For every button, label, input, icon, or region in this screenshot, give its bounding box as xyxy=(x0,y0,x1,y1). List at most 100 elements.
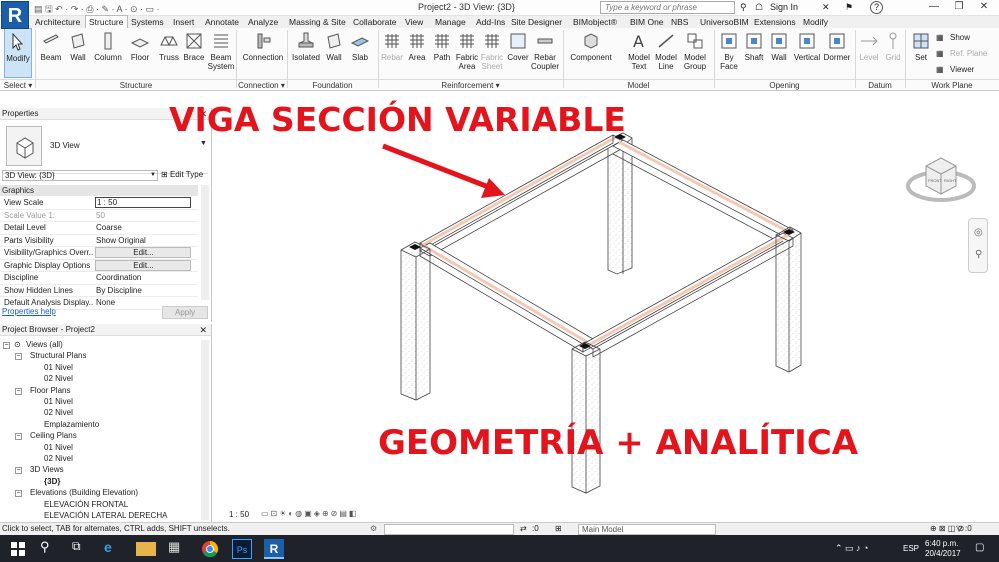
tool-column-button[interactable]: Column xyxy=(94,28,122,78)
navigation-bar[interactable]: ◎ ⚲ xyxy=(968,218,988,273)
calculator-icon[interactable]: ▦ xyxy=(168,539,188,559)
app-menu-logo[interactable]: R xyxy=(1,1,29,29)
category-graphics[interactable]: Graphics xyxy=(0,185,198,196)
tab-bim-one[interactable]: BIM One xyxy=(627,16,667,28)
ribbon-group-opening[interactable]: Opening xyxy=(714,79,855,91)
tool-vertical-button[interactable]: Vertical xyxy=(792,28,822,78)
property-row[interactable]: Visibility/Graphics Overr... Edit... xyxy=(0,247,198,260)
property-value[interactable]: 50 xyxy=(95,210,191,222)
ribbon-group-select[interactable]: Select ▾ xyxy=(0,79,36,91)
ribbon-group-connection[interactable]: Connection ▾ xyxy=(236,79,287,91)
tab-nbs[interactable]: NBS xyxy=(668,16,691,28)
tab-systems[interactable]: Systems xyxy=(128,16,167,28)
property-row[interactable]: Scale Value 1: 50 xyxy=(0,210,198,222)
tab-architecture[interactable]: Architecture xyxy=(32,16,83,28)
property-value[interactable]: Coarse xyxy=(95,222,191,234)
revit-taskbar-icon[interactable]: R xyxy=(264,539,284,559)
property-row[interactable]: Parts Visibility Show Original xyxy=(0,235,198,247)
tab-analyze[interactable]: Analyze xyxy=(245,16,281,28)
minimize-icon[interactable]: — xyxy=(922,1,946,14)
property-value[interactable]: By Discipline xyxy=(95,285,191,297)
viewcube-right[interactable]: RIGHT xyxy=(944,178,956,183)
browser-node[interactable]: 02 Nivel xyxy=(44,408,73,417)
language-indicator[interactable]: ESP xyxy=(903,544,919,553)
browser-scrollbar[interactable] xyxy=(201,340,209,520)
tool-floor-button[interactable]: Floor xyxy=(127,28,153,78)
viewcube-front[interactable]: FRONT xyxy=(928,178,942,183)
ribbon-group-model[interactable]: Model xyxy=(563,79,714,91)
column-front[interactable] xyxy=(571,341,601,494)
tab-insert[interactable]: Insert xyxy=(170,16,197,28)
tool-wall-button[interactable]: Wall xyxy=(323,28,345,78)
beam-left-front[interactable] xyxy=(419,242,594,353)
tool-shaft-button[interactable]: Shaft xyxy=(742,28,766,78)
property-row[interactable]: Detail Level Coarse xyxy=(0,222,198,235)
notifications-icon[interactable]: ▢ xyxy=(975,542,984,553)
tool-dormer-button[interactable]: Dormer xyxy=(822,28,852,78)
tab-bimobject-[interactable]: BIMobject® xyxy=(570,16,620,28)
tab-annotate[interactable]: Annotate xyxy=(202,16,242,28)
tab-view[interactable]: View xyxy=(402,16,426,28)
ribbon-group-work-plane[interactable]: Work Plane xyxy=(905,79,999,91)
beam-back[interactable] xyxy=(419,134,624,257)
tool-slab-button[interactable]: Slab xyxy=(348,28,372,78)
property-row[interactable]: Discipline Coordination xyxy=(0,272,198,285)
tool-fabric-area-button[interactable]: Fabric Area xyxy=(455,28,479,78)
tool-model-text-button[interactable]: A Model Text xyxy=(625,28,653,78)
tab-structure[interactable]: Structure xyxy=(85,15,128,28)
tree-collapse-toggle[interactable]: − xyxy=(15,353,22,361)
view-control-icons[interactable]: ▭⊡☀◐◍▣◈⊕⊘▤◧ xyxy=(261,509,358,518)
tool-set-button[interactable]: Set xyxy=(908,28,934,78)
edit-type-button[interactable]: ⊞ Edit Type xyxy=(161,170,203,179)
tool-model-line-button[interactable]: Model Line xyxy=(653,28,679,78)
viewcube[interactable]: FRONT RIGHT xyxy=(906,148,976,208)
tool-area-button[interactable]: Area xyxy=(405,28,429,78)
ribbon-group-foundation[interactable]: Foundation xyxy=(287,79,378,91)
column-right[interactable] xyxy=(775,226,802,373)
tool-wall-button[interactable]: Wall xyxy=(767,28,791,78)
browser-node[interactable]: 02 Nivel xyxy=(44,454,73,463)
properties-help-link[interactable]: Properties help xyxy=(2,307,56,316)
tool-wall-button[interactable]: Wall xyxy=(67,28,89,78)
browser-node[interactable]: 01 Nivel xyxy=(44,397,73,406)
chrome-icon[interactable] xyxy=(200,539,220,559)
communication-icon[interactable]: ⚑ xyxy=(845,2,853,13)
property-value[interactable]: Coordination xyxy=(95,272,191,284)
tool-path-button[interactable]: Path xyxy=(430,28,454,78)
tool-by-face-button[interactable]: By Face xyxy=(716,28,742,78)
tool-cover-button[interactable]: Cover xyxy=(506,28,530,78)
browser-node[interactable]: {3D} xyxy=(44,477,60,486)
browser-node[interactable]: ELEVACIÓN LATERAL DERECHA xyxy=(44,511,167,520)
browser-node[interactable]: Emplazamiento xyxy=(44,420,99,429)
tool-beam-system-button[interactable]: Beam System xyxy=(207,28,235,78)
ribbon-group-datum[interactable]: Datum xyxy=(855,79,905,91)
workset-dropdown[interactable] xyxy=(384,524,514,535)
steering-wheel-icon[interactable]: ◎ xyxy=(974,227,983,238)
tool-brace-button[interactable]: Brace xyxy=(182,28,206,78)
clock-time[interactable]: 6:40 p.m. xyxy=(925,539,958,548)
edge-icon[interactable]: e xyxy=(104,539,124,559)
property-value[interactable]: 1 : 50 xyxy=(95,197,191,208)
apply-button[interactable]: Apply xyxy=(162,306,208,319)
browser-node[interactable]: Floor Plans xyxy=(30,386,70,395)
tree-collapse-toggle[interactable]: − xyxy=(15,490,22,498)
tab-collaborate[interactable]: Collaborate xyxy=(350,16,399,28)
property-row[interactable]: Show Hidden Lines By Discipline xyxy=(0,285,198,297)
properties-scrollbar[interactable] xyxy=(201,185,209,300)
file-explorer-icon[interactable] xyxy=(136,542,156,556)
search-icon[interactable]: ⚲ xyxy=(740,2,747,13)
tab-massing-site[interactable]: Massing & Site xyxy=(286,16,349,28)
view-scale[interactable]: 1 : 50 xyxy=(229,510,249,519)
windows-start-icon[interactable] xyxy=(8,539,28,559)
design-options-icon[interactable]: ⊞ xyxy=(555,523,562,535)
tool-level-button[interactable]: Level xyxy=(857,28,881,78)
tool-connection-button[interactable]: Connection xyxy=(240,28,286,78)
subscription-icon[interactable]: ☖ xyxy=(755,2,763,13)
browser-node[interactable]: Ceiling Plans xyxy=(30,431,77,440)
column-left[interactable] xyxy=(400,241,431,401)
instance-filter-dropdown[interactable]: 3D View: {3D} xyxy=(2,170,158,181)
browser-node[interactable]: 3D Views xyxy=(30,465,64,474)
tree-collapse-toggle[interactable]: − xyxy=(15,467,22,475)
clock-date[interactable]: 20/4/2017 xyxy=(925,549,961,558)
edit-button[interactable]: Edit... xyxy=(95,247,191,258)
